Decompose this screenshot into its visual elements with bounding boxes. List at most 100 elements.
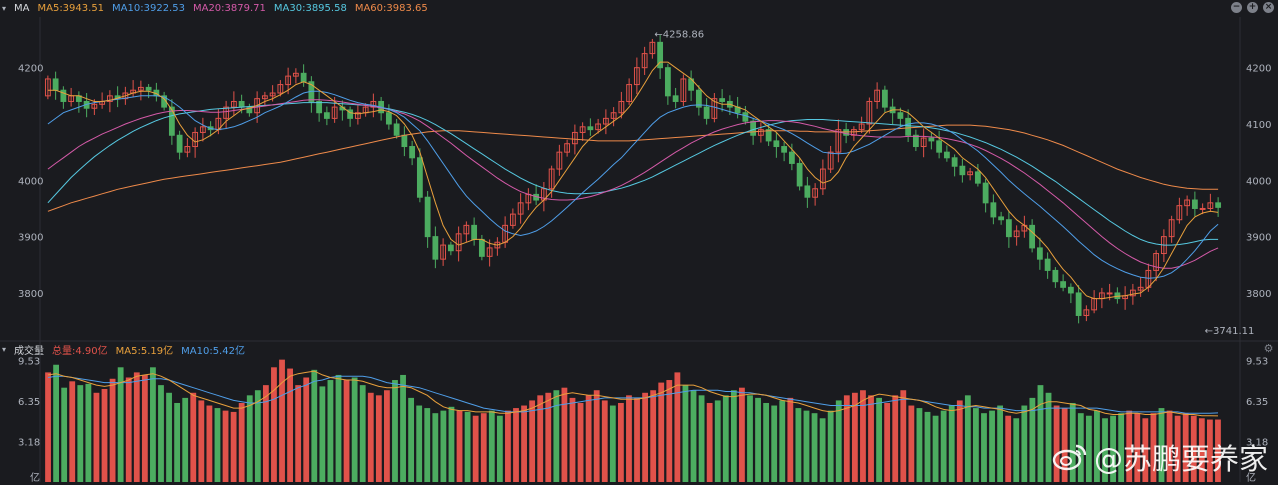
candle-body	[424, 196, 431, 238]
candle-body	[951, 157, 958, 167]
volume-bar	[513, 408, 519, 482]
candle-body	[1067, 286, 1074, 294]
candle-body	[672, 95, 679, 102]
volume-bar	[351, 377, 358, 482]
candle-body	[432, 236, 439, 260]
volume-bar	[690, 390, 697, 482]
ma5-line	[47, 61, 1219, 300]
candle-body	[587, 126, 594, 131]
ma60-line	[47, 124, 1219, 212]
volume-bar	[545, 392, 552, 482]
volume-bar	[69, 381, 76, 482]
candle-body	[719, 98, 726, 102]
candle-body	[300, 72, 307, 83]
candle-body	[1044, 258, 1051, 271]
volume-bar	[464, 411, 471, 482]
volume-bar	[529, 400, 536, 482]
volume-bar	[739, 387, 745, 482]
volume-bar	[609, 405, 616, 482]
volume-bar	[287, 368, 293, 482]
volume-bar	[956, 400, 963, 482]
candle-body	[1199, 207, 1206, 210]
high-annotation: ←4258.86	[654, 30, 704, 41]
candle-body	[804, 185, 811, 198]
y-tick-left: 3900	[18, 233, 43, 244]
volume-bar	[279, 359, 285, 482]
candle-body	[409, 146, 416, 159]
volume-bar	[133, 372, 140, 482]
volume-bar	[246, 395, 253, 482]
volume-bar	[343, 380, 350, 482]
candle-body	[323, 112, 330, 119]
candle-body	[52, 78, 59, 91]
volume-bar	[1037, 385, 1044, 482]
candle-body	[478, 238, 485, 257]
volume-bar	[819, 418, 826, 482]
volume-bar	[561, 387, 568, 482]
volume-bar	[924, 411, 931, 482]
vol-y-tick-left: 6.35	[18, 397, 40, 408]
volume-bar	[61, 387, 68, 482]
volume-bar	[53, 364, 60, 482]
candle-body	[773, 140, 780, 148]
volume-bar	[505, 410, 511, 482]
candle-body	[238, 100, 245, 108]
volume-bar	[166, 392, 172, 482]
volume-bar	[666, 380, 673, 482]
candle-body	[928, 137, 935, 142]
volume-bar	[884, 402, 891, 482]
watermark: @苏鹏要养家	[1052, 436, 1268, 478]
volume-bar	[214, 408, 221, 482]
y-tick-left: 4200	[18, 64, 43, 75]
volume-bar	[682, 385, 689, 482]
volume-bar	[900, 390, 907, 482]
volume-bar	[109, 378, 116, 482]
volume-bar	[101, 388, 108, 482]
volume-bar	[416, 405, 423, 482]
volume-bar	[722, 395, 729, 482]
volume-bar	[916, 408, 923, 482]
volume-bar	[860, 390, 866, 482]
volume-bar	[335, 374, 342, 482]
volume-bar	[222, 410, 229, 482]
volume-bar	[303, 377, 310, 482]
volume-bar	[674, 372, 681, 482]
candle-body	[750, 120, 757, 136]
candle-body	[145, 86, 152, 91]
volume-bar	[948, 405, 955, 482]
y-tick-left: 3800	[18, 289, 43, 300]
volume-bar	[795, 408, 802, 482]
volume-bar	[488, 410, 495, 482]
candle-body	[998, 216, 1005, 221]
volume-bar	[158, 385, 164, 482]
volume-bar	[601, 400, 608, 482]
volume-bar	[593, 390, 600, 482]
vol-y-tick-right: 6.35	[1246, 397, 1268, 408]
volume-bar	[206, 405, 213, 482]
volume-bar	[730, 390, 737, 482]
volume-bar	[432, 413, 439, 482]
candle-body	[416, 157, 423, 198]
volume-bar	[940, 410, 947, 482]
candle-body	[393, 123, 400, 136]
candle-body	[1036, 247, 1043, 260]
candle-body	[471, 224, 478, 240]
y-tick-right: 3800	[1246, 289, 1271, 300]
volume-bar	[908, 405, 915, 482]
volume-bar	[238, 402, 245, 482]
volume-bar	[787, 397, 794, 482]
volume-bar	[658, 382, 665, 482]
candle-body	[385, 112, 392, 125]
volume-bar	[262, 385, 269, 482]
candle-body	[796, 162, 803, 187]
candle-body	[912, 134, 919, 148]
volume-bar	[803, 410, 810, 482]
volume-bar	[375, 395, 382, 482]
candle-body	[943, 151, 950, 159]
candle-body	[905, 117, 912, 136]
candle-body	[742, 112, 749, 122]
candle-body	[1052, 269, 1059, 283]
candle-body	[881, 89, 888, 108]
candle-body	[974, 171, 981, 184]
volume-bar	[585, 395, 592, 482]
